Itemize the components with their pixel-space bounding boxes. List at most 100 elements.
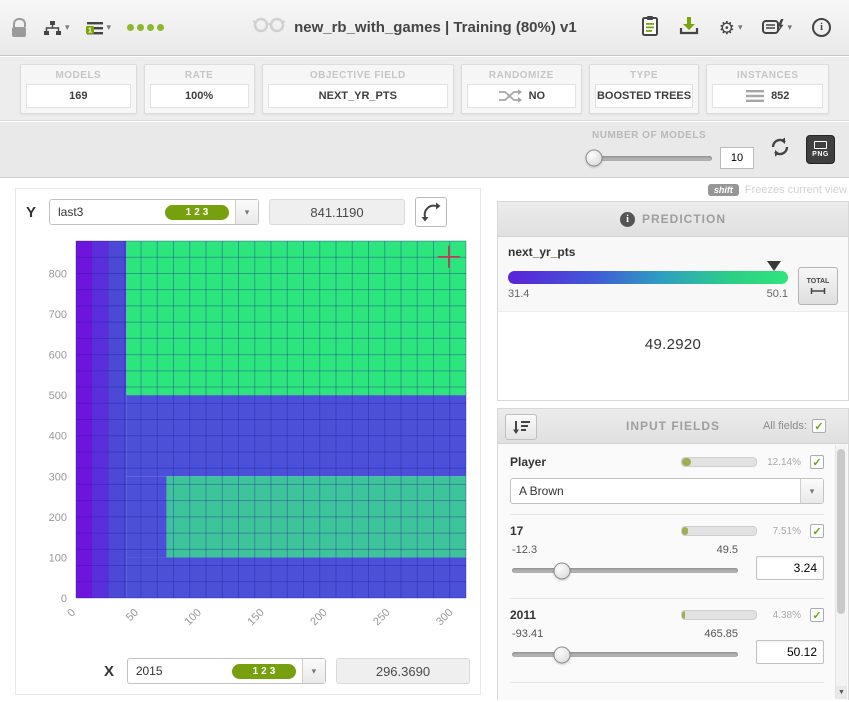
- chevron-down-icon: ▾: [737, 22, 743, 32]
- gear-menu[interactable]: ⚙ ▾: [719, 19, 743, 37]
- prediction-field-name: next_yr_pts: [508, 245, 576, 259]
- range-icon: [810, 287, 826, 294]
- model-tree-icon: [44, 20, 61, 35]
- y-field-name: last3: [58, 205, 84, 219]
- input-fields-panel: INPUT FIELDS All fields: ✓ Player 12.14%…: [497, 408, 849, 700]
- clipboard-icon[interactable]: [641, 15, 659, 41]
- swap-axes-button[interactable]: [415, 197, 447, 227]
- field-max: 49.5: [716, 544, 738, 556]
- prediction-marker: [767, 261, 781, 271]
- heatmap-chart[interactable]: 0 100 200 300 400 500 600 700 800 0 50 100 150 200 250…: [18, 233, 474, 648]
- field-name: Player: [510, 455, 547, 469]
- batch-prediction-menu[interactable]: ▾: [762, 18, 792, 37]
- lock-icon[interactable]: [12, 18, 26, 37]
- x-field-name: 2015: [135, 664, 163, 678]
- shuffle-icon: [498, 89, 522, 102]
- scroll-down-icon[interactable]: ▼: [836, 686, 847, 699]
- prediction-min: 31.4: [508, 288, 530, 300]
- summary-stats-row: MODELS 169 RATE 100% OBJECTIVE FIELD NEX…: [0, 57, 849, 121]
- sort-fields-button[interactable]: [505, 414, 537, 440]
- svg-text:0: 0: [65, 607, 78, 620]
- numeric-type-badge: 123: [165, 204, 229, 220]
- export-png-button[interactable]: PNG: [806, 135, 835, 164]
- scrollbar-thumb[interactable]: [837, 449, 845, 614]
- download-icon[interactable]: [679, 16, 699, 40]
- field-max: 465.85: [704, 628, 738, 640]
- y-axis-row: Y last3 123 ▾ 841.1190: [16, 189, 480, 233]
- field-checkbox[interactable]: ✓: [810, 455, 824, 469]
- svg-text:500: 500: [49, 390, 67, 402]
- stat-type: TYPE BOOSTED TREES: [588, 63, 700, 114]
- chevron-down-icon: ▾: [311, 665, 317, 676]
- resource-type-icon: [252, 16, 286, 39]
- number-of-models-slider[interactable]: [585, 149, 712, 167]
- svg-text:1: 1: [88, 27, 92, 34]
- number-of-models-input[interactable]: [720, 147, 754, 169]
- stat-label: RANDOMIZE: [488, 69, 554, 81]
- svg-text:200: 200: [308, 607, 329, 628]
- svg-text:200: 200: [49, 512, 67, 524]
- model-tree-menu[interactable]: ▾: [42, 20, 70, 36]
- number-of-models-label: NUMBER OF MODELS: [592, 130, 707, 141]
- sort-icon: [512, 421, 530, 434]
- info-icon[interactable]: i: [812, 18, 831, 37]
- stat-value: NEXT_YR_PTS: [318, 89, 397, 102]
- status-dots-icon: [127, 24, 165, 31]
- selected-option: A Brown: [519, 484, 564, 498]
- svg-text:100: 100: [49, 552, 67, 564]
- field-name: 17: [510, 524, 524, 538]
- field-checkbox[interactable]: ✓: [810, 524, 824, 538]
- player-select[interactable]: A Brown ▾: [510, 478, 824, 504]
- prediction-gradient: 31.4 50.1: [508, 261, 788, 300]
- refresh-icon[interactable]: [769, 136, 791, 163]
- prediction-max: 50.1: [766, 288, 788, 300]
- field-value-input[interactable]: [756, 556, 824, 580]
- prediction-title: PREDICTION: [641, 212, 726, 226]
- swap-axes-icon: [421, 202, 441, 222]
- batch-prediction-icon: [762, 19, 784, 34]
- topbar: ▾ 1 ▾ new_rb_with_games | Training (80%)…: [0, 0, 849, 56]
- prediction-header: i PREDICTION: [498, 202, 848, 237]
- svg-text:400: 400: [49, 431, 67, 443]
- chevron-down-icon: ▾: [106, 22, 112, 32]
- y-field-select[interactable]: last3 123 ▾: [49, 199, 259, 225]
- total-button[interactable]: TOTAL: [798, 267, 838, 305]
- y-value-display: 841.1190: [269, 199, 405, 225]
- scrollbar[interactable]: ▼: [835, 445, 847, 699]
- shift-hint-text: Freezes current view: [744, 183, 847, 196]
- all-fields-checkbox[interactable]: ✓: [812, 419, 826, 433]
- app-window: ▾ 1 ▾ new_rb_with_games | Training (80%)…: [0, 0, 849, 702]
- field-checkbox[interactable]: ✓: [810, 608, 824, 622]
- stat-label: INSTANCES: [736, 69, 799, 81]
- stat-value: NO: [528, 89, 546, 102]
- dataset-menu[interactable]: 1 ▾: [85, 20, 112, 36]
- rows-icon: [746, 89, 765, 102]
- field-slider[interactable]: [512, 646, 738, 663]
- info-icon[interactable]: i: [619, 211, 635, 227]
- importance-bar: [681, 457, 757, 467]
- slider-handle[interactable]: [553, 562, 571, 579]
- field-min: -93.41: [512, 628, 544, 640]
- field-slider[interactable]: [512, 562, 738, 579]
- field-name: 2011: [510, 608, 537, 622]
- svg-text:300: 300: [434, 607, 455, 628]
- field-value-input[interactable]: [756, 640, 824, 664]
- y-axis-letter: Y: [26, 203, 37, 221]
- importance-label: 4.38%: [772, 609, 801, 621]
- shift-key-badge: shift: [707, 183, 739, 196]
- stat-label: RATE: [184, 69, 214, 81]
- importance-label: 7.51%: [772, 525, 801, 537]
- input-fields-title: INPUT FIELDS: [625, 419, 720, 433]
- slider-handle[interactable]: [553, 646, 571, 663]
- chevron-down-icon: ▾: [244, 206, 250, 217]
- slider-handle[interactable]: [585, 149, 603, 167]
- stat-value: 852: [771, 89, 790, 102]
- chart-panel: Y last3 123 ▾ 841.1190 0 100 200 300 400 500 6…: [15, 188, 481, 695]
- svg-text:100: 100: [182, 607, 203, 628]
- shift-hint: shift Freezes current view: [497, 182, 849, 197]
- x-field-select[interactable]: 2015 123 ▾: [126, 658, 326, 684]
- importance-label: 12.14%: [767, 456, 801, 468]
- svg-text:50: 50: [124, 607, 141, 624]
- stat-label: OBJECTIVE FIELD: [309, 69, 406, 81]
- stat-randomize: RANDOMIZE NO: [461, 63, 582, 114]
